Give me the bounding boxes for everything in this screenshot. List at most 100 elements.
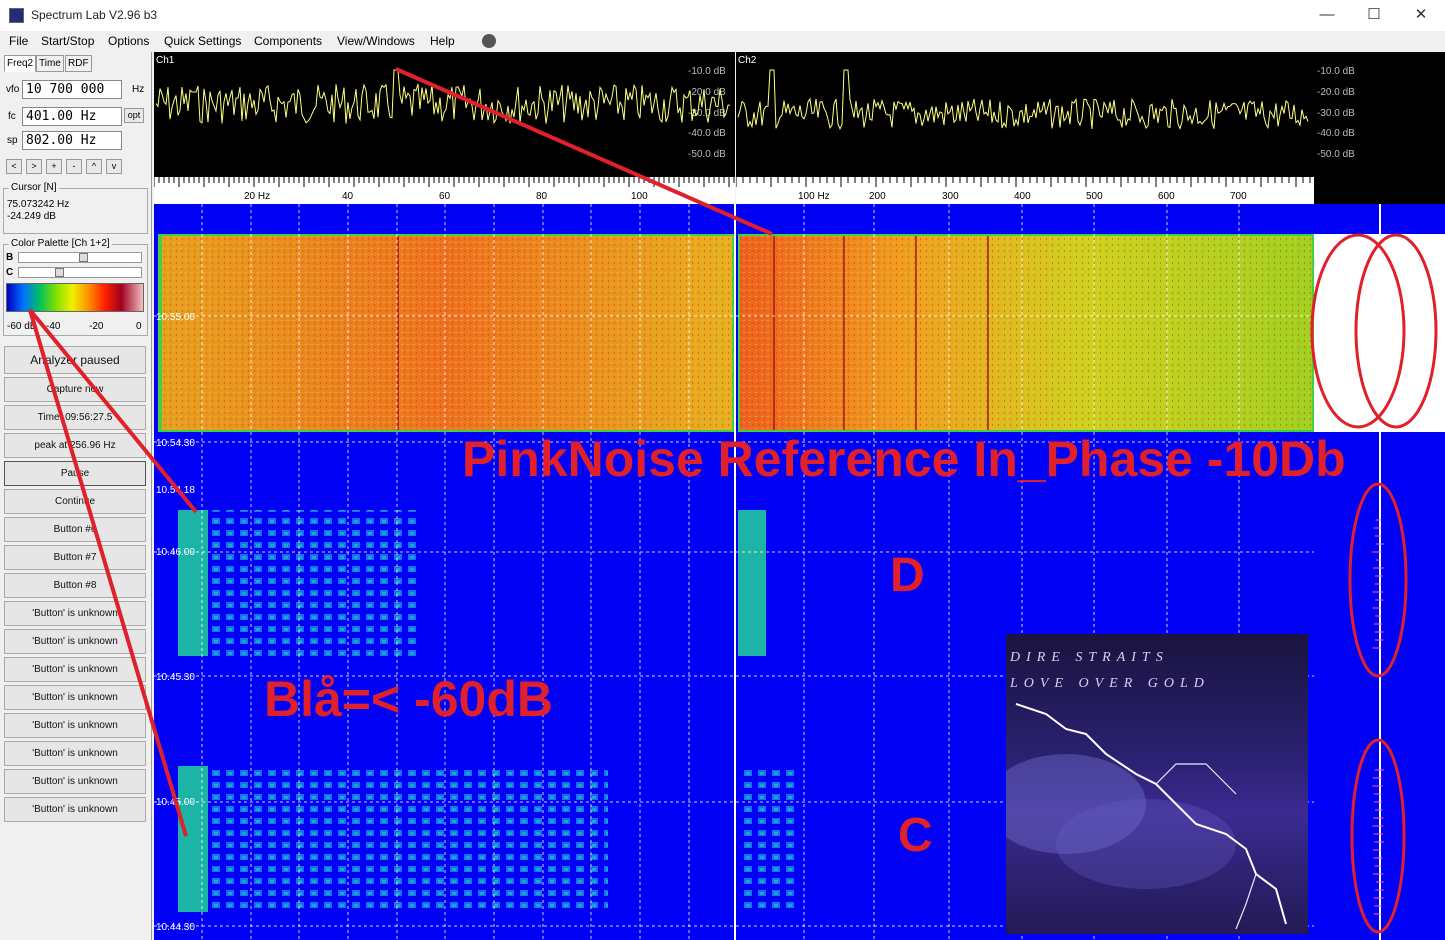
menu-components[interactable]: Components <box>254 34 322 48</box>
spectrum-ch1[interactable]: Ch1 -10.0 dB -20.0 dB -30.0 dB -40.0 dB … <box>154 52 735 204</box>
zoom-out-button[interactable]: - <box>66 159 82 174</box>
ch2-trace <box>737 69 1309 131</box>
tab-freq2[interactable]: Freq2 <box>4 55 37 72</box>
scale-db-30: -30.0 dB <box>1317 108 1355 119</box>
menu-bar: File Start/Stop Options Quick Settings C… <box>0 31 1445 52</box>
menu-options[interactable]: Options <box>108 34 149 48</box>
contrast-slider-thumb[interactable] <box>55 268 64 277</box>
app-icon <box>9 8 24 23</box>
ch1-tick-80: 80 <box>536 191 548 202</box>
time-label-6: 10.45.00 <box>156 797 195 808</box>
unknown-button-14[interactable]: 'Button' is unknown <box>4 741 146 766</box>
ch2-tick-100: 100 Hz <box>798 191 830 202</box>
unknown-button-16[interactable]: 'Button' is unknown <box>4 797 146 822</box>
title-bar: Spectrum Lab V2.96 b3 — ☐ ✕ <box>0 0 1445 31</box>
lightning-icon <box>1006 703 1287 930</box>
scale-db-50: -50.0 dB <box>1317 149 1355 160</box>
annotation-blue-threshold: Blå=< -60dB <box>264 671 554 727</box>
tab-rdf[interactable]: RDF <box>65 55 92 72</box>
control-panel: Freq2 Time RDF vfo 10 700 000 Hz fc 401.… <box>0 52 152 940</box>
unknown-button-10[interactable]: 'Button' is unknown <box>4 629 146 654</box>
ch2-tick-400: 400 <box>1014 191 1031 202</box>
contrast-label: C <box>6 267 14 278</box>
segment-c-ch1-pattern <box>208 766 608 912</box>
fc-field[interactable]: 401.00 Hz <box>22 107 122 126</box>
cursor-frequency: 75.073242 Hz <box>7 199 70 210</box>
tab-time[interactable]: Time <box>36 55 64 72</box>
ch2-tick-700: 700 <box>1230 191 1247 202</box>
maximize-button[interactable]: ☐ <box>1351 4 1397 28</box>
time-label-3: 10.54.18 <box>156 485 195 496</box>
menu-view-windows[interactable]: View/Windows <box>337 34 415 48</box>
pause-button[interactable]: Pause <box>4 461 146 486</box>
phase-scope-panel <box>1314 204 1445 940</box>
brightness-slider-thumb[interactable] <box>79 253 88 262</box>
ch1-frequency-axis: 20 Hz 40 60 80 100 <box>154 177 735 204</box>
cursor-group: Cursor [N] 75.073242 Hz -24.249 dB <box>3 182 148 234</box>
album-cover: DIRE STRAITS LOVE OVER GOLD <box>1006 634 1308 934</box>
button-7[interactable]: Button #7 <box>4 545 146 570</box>
scale-db-20: -20.0 dB <box>1317 87 1355 98</box>
unknown-button-11[interactable]: 'Button' is unknown <box>4 657 146 682</box>
segment-d-ch1-pattern <box>208 510 418 656</box>
vfo-field[interactable]: 10 700 000 <box>22 80 122 99</box>
spectrum-level-scale: -10.0 dB -20.0 dB -30.0 dB -40.0 dB -50.… <box>1314 52 1445 204</box>
segment-c-ch1-main <box>178 766 208 912</box>
segment-d-ch1-main <box>178 510 208 656</box>
nav-down-button[interactable]: v <box>106 159 122 174</box>
ch1-tick-100: 100 <box>631 191 648 202</box>
color-palette-group: Color Palette [Ch 1+2] B C -60 dB -40 -2… <box>3 238 148 336</box>
time-label-5: 10.45.30 <box>156 672 195 683</box>
peak-display-button[interactable]: peak at 256.96 Hz <box>4 433 146 458</box>
annotation-pinknoise: PinkNoise Reference In_Phase -10Db <box>462 431 1346 487</box>
zoom-in-button[interactable]: + <box>46 159 62 174</box>
nav-right-button[interactable]: > <box>26 159 42 174</box>
analyzer-paused-button[interactable]: Analyzer paused <box>4 346 146 374</box>
unknown-button-13[interactable]: 'Button' is unknown <box>4 713 146 738</box>
segment-c-ch2 <box>738 766 794 912</box>
ch2-tick-300: 300 <box>942 191 959 202</box>
time-display-button[interactable]: Time: 09:56:27.5 <box>4 405 146 430</box>
ch1-axis-ticks <box>154 177 735 187</box>
button-6[interactable]: Button #6 <box>4 517 146 542</box>
window-title: Spectrum Lab V2.96 b3 <box>31 8 158 22</box>
ch1-noise-texture <box>162 236 732 430</box>
opt-button[interactable]: opt <box>124 108 144 123</box>
sp-field[interactable]: 802.00 Hz <box>22 131 122 150</box>
continue-button[interactable]: Continue <box>4 489 146 514</box>
capture-now-button[interactable]: Capture now <box>4 377 146 402</box>
ch2-frequency-axis: 100 Hz 200 300 400 500 600 700 <box>736 177 1314 204</box>
minimize-button[interactable]: — <box>1304 4 1350 28</box>
menu-file[interactable]: File <box>9 34 28 48</box>
unknown-button-9[interactable]: 'Button' is unknown <box>4 601 146 626</box>
brightness-label: B <box>6 252 14 263</box>
menu-help[interactable]: Help <box>430 34 455 48</box>
fc-label: fc <box>8 111 16 122</box>
vfo-unit: Hz <box>132 84 145 95</box>
ch2-tick-600: 600 <box>1158 191 1175 202</box>
time-label-4: 10.46.00 <box>156 547 195 558</box>
nav-up-button[interactable]: ^ <box>86 159 102 174</box>
vfo-label: vfo <box>6 84 20 95</box>
sp-label: sp <box>7 135 18 146</box>
contrast-slider[interactable] <box>18 267 142 278</box>
close-button[interactable]: ✕ <box>1398 4 1444 28</box>
color-palette-bar <box>6 283 144 312</box>
ch1-tick-40: 40 <box>342 191 354 202</box>
button-8[interactable]: Button #8 <box>4 573 146 598</box>
ch1-trace <box>155 69 730 125</box>
ch1-tick-20: 20 Hz <box>244 191 271 202</box>
menu-quick-settings[interactable]: Quick Settings <box>164 34 241 48</box>
annotation-c: C <box>898 809 933 862</box>
palette-scale-max: 0 <box>136 321 142 332</box>
menu-start-stop[interactable]: Start/Stop <box>41 34 94 48</box>
unknown-button-12[interactable]: 'Button' is unknown <box>4 685 146 710</box>
ch2-noise-texture <box>740 236 1312 430</box>
time-label-1: 10.55.00 <box>156 312 195 323</box>
palette-scale-min: -60 dB <box>7 321 37 332</box>
brightness-slider[interactable] <box>18 252 142 263</box>
ch2-tick-200: 200 <box>869 191 886 202</box>
nav-left-button[interactable]: < <box>6 159 22 174</box>
spectrum-ch2[interactable]: Ch2 100 Hz 200 300 400 500 600 700 <box>736 52 1314 204</box>
unknown-button-15[interactable]: 'Button' is unknown <box>4 769 146 794</box>
